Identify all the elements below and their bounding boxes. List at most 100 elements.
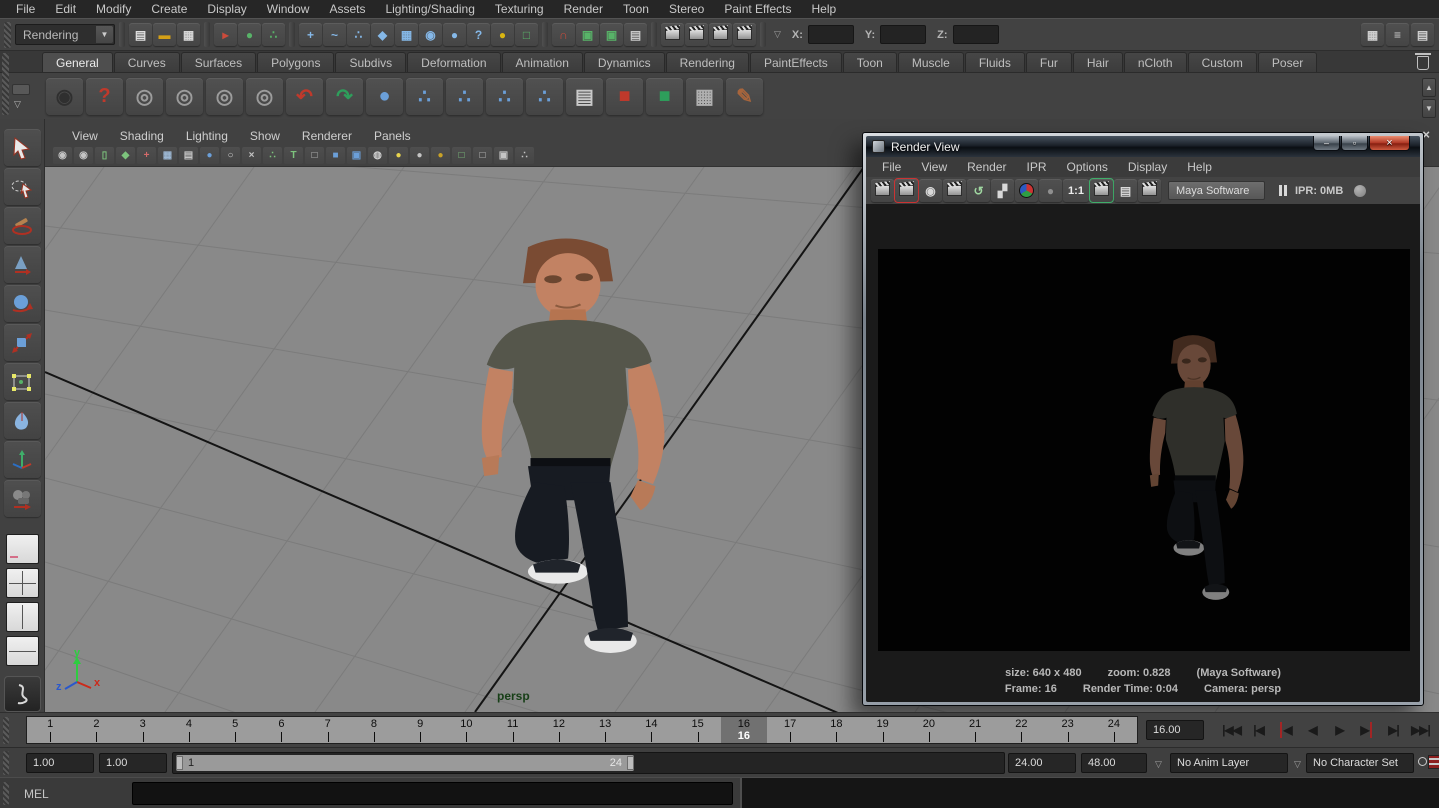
soft-modification-tool[interactable]: [4, 402, 41, 439]
shelf-tab-animation[interactable]: Animation: [502, 52, 583, 72]
paint-effects-brush-icon[interactable]: ✎: [726, 78, 763, 115]
gold-light-icon[interactable]: ●: [431, 147, 450, 164]
time-slider[interactable]: 1234567891011121314151616171819202122232…: [26, 716, 1138, 744]
shelf-tab-rendering[interactable]: Rendering: [666, 52, 749, 72]
channel-box-icon[interactable]: ▦: [1361, 23, 1384, 46]
menu-texturing[interactable]: Texturing: [485, 0, 554, 18]
pane-camera-icon[interactable]: ◉: [53, 147, 72, 164]
move-tool[interactable]: [4, 246, 41, 283]
shelf-tab-dynamics[interactable]: Dynamics: [584, 52, 665, 72]
go-to-end-button[interactable]: ▶▶|: [1407, 718, 1434, 742]
shelf-tab-subdivs[interactable]: Subdivs: [335, 52, 406, 72]
shelf-tab-curves[interactable]: Curves: [114, 52, 180, 72]
persp-outliner-layout-button[interactable]: [6, 602, 39, 632]
menu-set-selector[interactable]: Rendering ▼: [15, 24, 115, 45]
group-divider[interactable]: [542, 22, 548, 47]
current-time-field[interactable]: 16.00: [1146, 720, 1204, 740]
flat-light-icon[interactable]: ●: [410, 147, 429, 164]
timeline-frame-13[interactable]: 13: [582, 717, 628, 743]
anim-layer-dropdown-icon[interactable]: ▽: [1155, 759, 1162, 770]
default-light-icon[interactable]: ●: [389, 147, 408, 164]
snap-grid-icon[interactable]: +: [299, 23, 322, 46]
menu-render[interactable]: Render: [554, 0, 613, 18]
renderer-selector[interactable]: Maya Software: [1168, 181, 1265, 200]
character-set-selector[interactable]: No Character Set: [1306, 753, 1414, 773]
minimize-button[interactable]: –: [1313, 136, 1340, 151]
rgb-channels-icon[interactable]: [1015, 179, 1038, 202]
hypergraph-window-icon[interactable]: ▤: [566, 78, 603, 115]
undo-view-icon[interactable]: ↶: [286, 78, 323, 115]
panel-menu-show[interactable]: Show: [239, 129, 291, 143]
safe-title-icon[interactable]: T: [284, 147, 303, 164]
help-line-icon[interactable]: ?: [86, 78, 123, 115]
use-all-lights-icon[interactable]: ◍: [368, 147, 387, 164]
open-image-icon[interactable]: [871, 179, 894, 202]
playblast-icon[interactable]: ◉: [46, 78, 83, 115]
close-button[interactable]: ×: [1369, 136, 1410, 151]
shelf-tab-surfaces[interactable]: Surfaces: [181, 52, 256, 72]
save-scene-icon[interactable]: ▦: [177, 23, 200, 46]
go-to-start-button[interactable]: |◀◀: [1218, 718, 1245, 742]
graph-node-icon[interactable]: ∴: [406, 78, 443, 115]
play-forwards-button[interactable]: ▶: [1326, 718, 1353, 742]
panel-menu-panels[interactable]: Panels: [363, 129, 422, 143]
anim-layer-selector[interactable]: No Anim Layer: [1170, 753, 1288, 773]
snap-sphere-icon[interactable]: ●: [443, 23, 466, 46]
camera-track-icon[interactable]: ◎: [206, 78, 243, 115]
menu-create[interactable]: Create: [141, 0, 197, 18]
panel-menu-lighting[interactable]: Lighting: [175, 129, 239, 143]
select-transform-icon[interactable]: ■: [606, 78, 643, 115]
shelf-tab-polygons[interactable]: Polygons: [257, 52, 334, 72]
animation-start-field[interactable]: 1.00: [26, 753, 94, 773]
command-line-grip[interactable]: [3, 782, 9, 805]
render-view-menu-options[interactable]: Options: [1057, 160, 1118, 174]
panel-menu-renderer[interactable]: Renderer: [291, 129, 363, 143]
multi-pane-icon[interactable]: ▣: [494, 147, 513, 164]
share-view-icon[interactable]: ∴: [515, 147, 534, 164]
mel-command-input[interactable]: [132, 782, 733, 805]
time-slider-grip[interactable]: [3, 717, 9, 744]
snap-lattice-icon[interactable]: ▦: [395, 23, 418, 46]
camera-orbit-icon[interactable]: ◎: [126, 78, 163, 115]
bookmarks-icon[interactable]: ▯: [95, 147, 114, 164]
shelf-menu-arrow-icon[interactable]: ▽: [14, 99, 21, 110]
menu-assets[interactable]: Assets: [319, 0, 375, 18]
remove-image-icon[interactable]: ▤: [1114, 179, 1137, 202]
single-pane-layout-button[interactable]: [6, 534, 39, 564]
gate-mask-icon[interactable]: ○: [221, 147, 240, 164]
ipr-render-icon[interactable]: [709, 23, 732, 46]
open-scene-icon[interactable]: ▬: [153, 23, 176, 46]
ipr-frame-icon[interactable]: [943, 179, 966, 202]
delete-history-icon[interactable]: ●: [366, 78, 403, 115]
paint-select-tool[interactable]: [4, 207, 41, 244]
pause-ipr-icon[interactable]: [1279, 185, 1287, 196]
timeline-frame-21[interactable]: 21: [952, 717, 998, 743]
lock-selection-icon[interactable]: ●: [491, 23, 514, 46]
panel-menu-view[interactable]: View: [61, 129, 109, 143]
z-coordinate-input[interactable]: [953, 25, 999, 44]
render-view-menu-view[interactable]: View: [911, 160, 957, 174]
group-divider[interactable]: [651, 22, 657, 47]
menu-window[interactable]: Window: [257, 0, 320, 18]
last-tool-used[interactable]: [4, 480, 41, 517]
grid-toggle-icon[interactable]: ▦: [158, 147, 177, 164]
graph-up-node-icon[interactable]: ∴: [486, 78, 523, 115]
shelf-grip[interactable]: [2, 53, 9, 115]
shelf-tab-deformation[interactable]: Deformation: [407, 52, 500, 72]
timeline-frame-19[interactable]: 19: [860, 717, 906, 743]
attribute-editor-icon[interactable]: ▤: [1411, 23, 1434, 46]
timeline-frame-17[interactable]: 17: [767, 717, 813, 743]
two-d-pan-zoom-icon[interactable]: +: [137, 147, 156, 164]
playback-start-field[interactable]: 1.00: [99, 753, 167, 773]
redo-view-icon[interactable]: ↷: [326, 78, 363, 115]
timeline-frame-14[interactable]: 14: [628, 717, 674, 743]
menu-help[interactable]: Help: [802, 0, 847, 18]
render-view-menu-render[interactable]: Render: [957, 160, 1016, 174]
menu-lighting-shading[interactable]: Lighting/Shading: [375, 0, 484, 18]
camera-dolly-icon[interactable]: ◎: [246, 78, 283, 115]
timeline-frame-22[interactable]: 22: [998, 717, 1044, 743]
render-view-menu-help[interactable]: Help: [1177, 160, 1222, 174]
playback-end-field[interactable]: 24.00: [1008, 753, 1076, 773]
safe-action-icon[interactable]: ∴: [263, 147, 282, 164]
camera-roll-icon[interactable]: ◎: [166, 78, 203, 115]
